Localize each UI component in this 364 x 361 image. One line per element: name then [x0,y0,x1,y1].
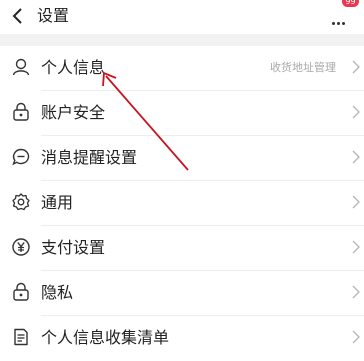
menu-item-payment-settings[interactable]: 支付设置 [0,226,364,271]
document-icon [14,328,28,346]
lock-icon [13,102,29,121]
chevron-right-icon [352,150,360,164]
chevron-right-icon [352,240,360,254]
chevron-left-icon[interactable] [8,6,28,26]
chevron-right-icon [352,195,360,209]
menu-item-label: 消息提醒设置 [41,148,138,167]
chevron-right-icon [352,285,360,299]
page-title: 设置 [37,6,70,25]
chevron-right-icon [352,105,360,119]
menu-item-info-collection-list[interactable]: 个人信息收集清单 [0,316,364,361]
address-management-link[interactable]: 收货地址管理 [270,60,336,76]
gear-icon [12,193,30,211]
menu-item-personal-info[interactable]: 个人信息 收货地址管理 [0,46,364,91]
menu-item-account-security[interactable]: 账户安全 [0,91,364,136]
more-dots-icon [332,10,347,29]
menu-item-label: 通用 [41,193,74,212]
menu-item-message-settings[interactable]: 消息提醒设置 [0,136,364,181]
chevron-right-icon [352,330,360,344]
menu-item-label: 个人信息 [41,58,106,77]
user-icon [12,58,30,76]
menu-item-label: 账户安全 [41,103,106,122]
yuan-icon [12,238,30,256]
chevron-right-icon [352,60,360,74]
menu-item-general[interactable]: 通用 [0,181,364,226]
menu-item-privacy[interactable]: 隐私 [0,271,364,316]
notification-badge: 99 [342,0,359,7]
menu-item-label: 个人信息收集清单 [41,328,170,347]
menu-item-label: 支付设置 [41,238,106,257]
more-button[interactable]: 99 [328,0,359,29]
settings-list: 个人信息 收货地址管理 账户安全 消息提醒设置 通用 支付设置 隐私 个人信息收… [0,46,364,361]
menu-item-label: 隐私 [41,283,74,302]
top-bar: 设置 99 [0,0,364,34]
privacy-lock-icon [13,282,29,301]
message-icon [12,148,30,166]
